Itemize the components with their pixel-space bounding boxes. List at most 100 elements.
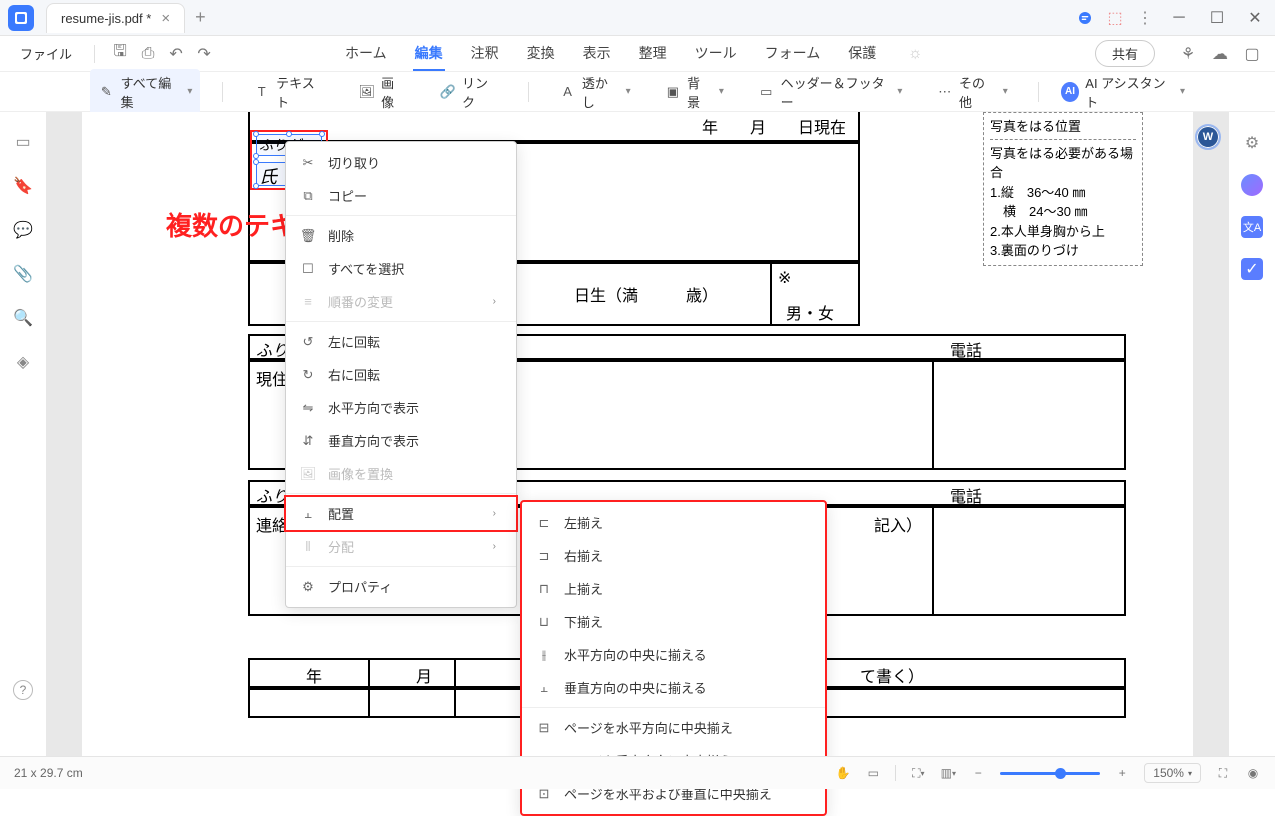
ctx-copy[interactable]: ⧉コピー [286,179,516,212]
pen-icon: ✎ [98,83,115,101]
comments-icon[interactable]: 💬 [13,220,33,240]
ctx-select-all[interactable]: ☐すべてを選択 [286,252,516,285]
help-icon[interactable]: ? [13,680,33,700]
align-top-icon: ⊓ [536,581,552,597]
cut-icon: ✂ [300,155,316,171]
zoom-out-icon[interactable]: − [970,765,986,781]
ctx-replace-image: 🖼画像を置換 [286,457,516,490]
view-mode-icon[interactable]: ▥ ▾ [940,765,956,781]
tab-organize[interactable]: 整理 [637,37,669,71]
zoom-slider[interactable] [1000,772,1100,775]
new-tab-button[interactable]: + [195,7,206,28]
tab-form[interactable]: フォーム [763,37,823,71]
branch-icon[interactable]: ⚘ [1179,45,1197,63]
file-menu[interactable]: ファイル [14,40,78,67]
search-icon[interactable]: 🔍 [13,308,33,328]
hand-tool-icon[interactable]: ✋ [835,765,851,781]
tab-convert[interactable]: 変換 [525,37,557,71]
ctx-alignment[interactable]: ⫠配置› [284,495,518,532]
properties-icon: ⚙ [300,579,316,595]
settings-icon[interactable]: ⚙ [1241,132,1263,154]
redo-icon[interactable]: ↷ [195,45,213,63]
menubar: ファイル 🖫 ⎙ ↶ ↷ ホーム 編集 注釈 変換 表示 整理 ツール フォーム… [0,36,1275,72]
replace-image-icon: 🖼 [300,466,316,482]
link-button[interactable]: 🔗リンク [431,69,506,115]
page-center-h-icon: ⊟ [536,720,552,736]
align-icon: ⫠ [300,506,316,522]
tab-annotate[interactable]: 注釈 [469,37,501,71]
center-h-icon: ⫲ [536,647,552,663]
ai-assistant-button[interactable]: AIAI アシスタント▾ [1061,73,1185,111]
rotate-right-icon: ↻ [300,367,316,383]
align-center-h[interactable]: ⫲水平方向の中央に揃える [522,638,825,671]
align-left[interactable]: ⊏左揃え [522,506,825,539]
tab-edit[interactable]: 編集 [413,37,445,71]
ai-chat-icon[interactable] [1241,174,1263,196]
align-right-icon: ⊐ [536,548,552,564]
tab-view[interactable]: 表示 [581,37,613,71]
page-dimensions: 21 x 29.7 cm [14,766,83,780]
check-icon[interactable]: ✓ [1241,258,1263,280]
ctx-properties[interactable]: ⚙プロパティ [286,570,516,603]
align-right[interactable]: ⊐右揃え [522,539,825,572]
edit-all-button[interactable]: ✎ すべて編集 ▾ [90,69,200,115]
notification-icon[interactable]: ⬚ [1107,10,1123,26]
select-tool-icon[interactable]: ▭ [865,765,881,781]
ctx-show-vertical[interactable]: ⇵垂直方向で表示 [286,424,516,457]
menu-icon[interactable]: ⋮ [1137,10,1153,26]
fit-page-icon[interactable]: ⛶ ▾ [910,765,926,781]
close-icon[interactable]: × [161,10,170,27]
attachments-icon[interactable]: 📎 [13,264,33,284]
light-icon[interactable]: ☼ [906,45,924,63]
right-sidebar: ⚙ 文A ✓ [1229,112,1275,760]
zoom-in-icon[interactable]: + [1114,765,1130,781]
zoom-value[interactable]: 150%▾ [1144,763,1201,783]
background-icon: ▣ [665,83,681,101]
tab-home[interactable]: ホーム [343,37,389,71]
distribute-icon: ⦀ [300,539,316,555]
cloud-icon[interactable]: ☁ [1211,45,1229,63]
minimize-button[interactable]: ─ [1167,6,1191,30]
center-v-icon: ⫠ [536,680,552,696]
close-button[interactable]: ✕ [1243,6,1267,30]
align-page-center-h[interactable]: ⊟ページを水平方向に中央揃え [522,711,825,744]
context-menu: ✂切り取り ⧉コピー 🗑削除 ☐すべてを選択 ≡順番の変更› ↺左に回転 ↻右に… [285,141,517,608]
watermark-button[interactable]: A透かし▾ [551,69,638,115]
header-footer-button[interactable]: ▭ヘッダー＆フッター▾ [750,69,911,115]
align-top[interactable]: ⊓上揃え [522,572,825,605]
ctx-cut[interactable]: ✂切り取り [286,146,516,179]
ctx-rotate-left[interactable]: ↺左に回転 [286,325,516,358]
chevron-down-icon: ▾ [187,86,192,97]
tab-tools[interactable]: ツール [693,37,739,71]
print-icon[interactable]: ⎙ [139,45,157,63]
share-button[interactable]: 共有 [1095,40,1155,67]
collapse-icon[interactable]: ▢ [1243,45,1261,63]
delete-icon: 🗑 [300,228,316,244]
fullscreen-icon[interactable]: ⛶ [1215,765,1231,781]
convert-to-word-button[interactable]: W [1195,124,1221,150]
layers-icon[interactable]: ◈ [13,352,33,372]
ctx-rotate-right[interactable]: ↻右に回転 [286,358,516,391]
other-button[interactable]: ⋯その他▾ [928,69,1015,115]
align-bottom[interactable]: ⊔下揃え [522,605,825,638]
align-center-v[interactable]: ⫠垂直方向の中央に揃える [522,671,825,704]
left-sidebar: ▭ 🔖 💬 📎 🔍 ◈ ? [0,112,46,760]
background-button[interactable]: ▣背景▾ [657,69,732,115]
bookmarks-icon[interactable]: 🔖 [13,176,33,196]
chat-icon[interactable] [1077,10,1093,26]
app-logo[interactable] [8,5,34,31]
image-button[interactable]: 🖼画像 [350,69,413,115]
undo-icon[interactable]: ↶ [167,45,185,63]
translate-icon[interactable]: 文A [1241,216,1263,238]
maximize-button[interactable]: ☐ [1205,6,1229,30]
ctx-delete[interactable]: 🗑削除 [286,219,516,252]
document-tab[interactable]: resume-jis.pdf * × [46,3,185,33]
tab-protect[interactable]: 保護 [846,37,878,71]
text-button[interactable]: Tテキスト [245,69,332,115]
ctx-show-horizontal[interactable]: ⇋水平方向で表示 [286,391,516,424]
ai-icon: AI [1061,82,1080,102]
thumbnails-icon[interactable]: ▭ [13,132,33,152]
save-icon[interactable]: 🖫 [111,45,129,63]
more-icon: ⋯ [936,83,953,101]
read-mode-icon[interactable]: ◉ [1245,765,1261,781]
